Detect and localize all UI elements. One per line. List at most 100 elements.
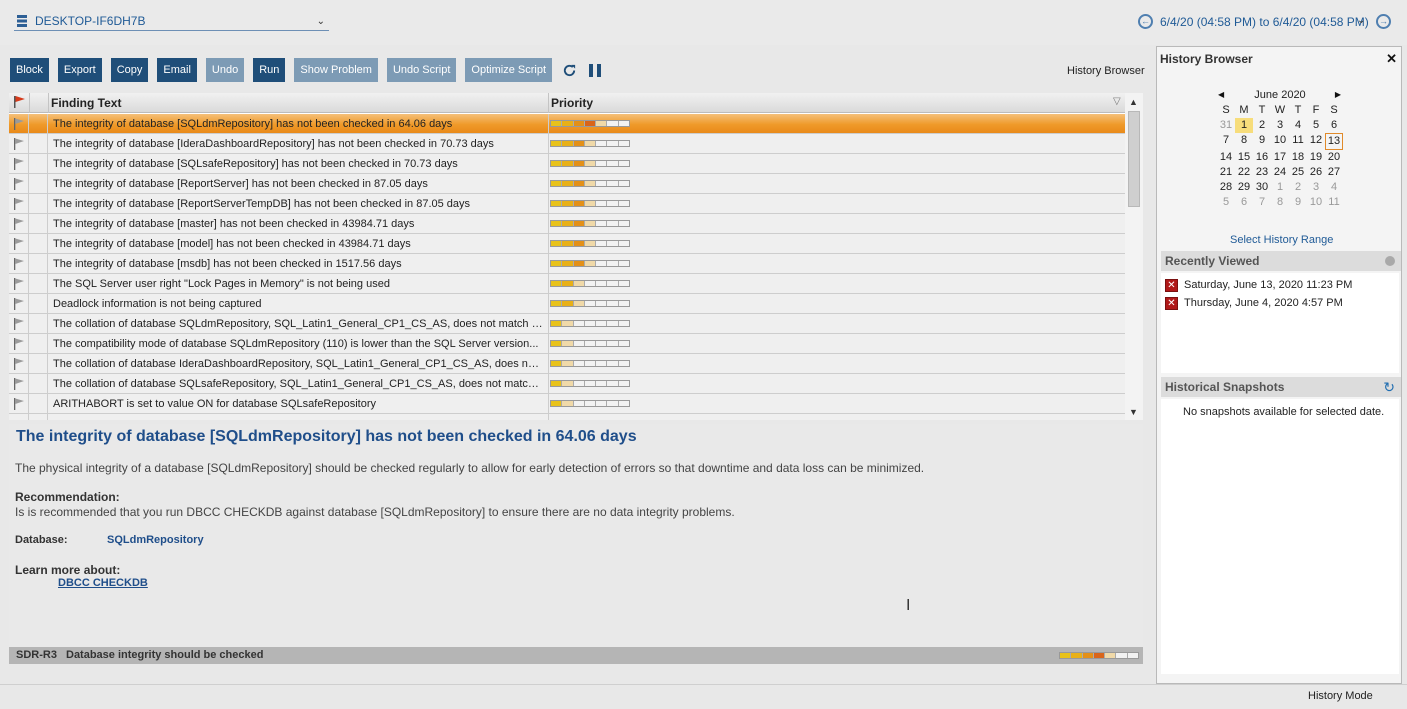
flag-icon[interactable] (9, 394, 29, 414)
server-select[interactable]: DESKTOP-IF6DH7B ⌄ (14, 12, 329, 31)
pause-icon[interactable] (586, 62, 603, 79)
dbcc-checkdb-link[interactable]: DBCC CHECKDB (58, 577, 148, 589)
remove-icon[interactable]: ✕ (1165, 296, 1178, 310)
email-button[interactable]: Email (157, 58, 197, 82)
calendar-day[interactable]: 9 (1253, 133, 1271, 150)
table-row[interactable]: The integrity of database [ReportServerT… (9, 194, 1125, 214)
flag-icon[interactable] (9, 274, 29, 294)
optimize-script-button[interactable]: Optimize Script (465, 58, 552, 82)
run-button[interactable]: Run (253, 58, 286, 82)
copy-button[interactable]: Copy (110, 58, 149, 82)
history-browser-toggle[interactable]: History Browser (1067, 65, 1145, 77)
calendar-day[interactable]: 10 (1307, 195, 1325, 210)
calendar-day[interactable]: 8 (1271, 195, 1289, 210)
calendar-day[interactable]: 31 (1217, 118, 1235, 133)
calendar-day[interactable]: 11 (1325, 195, 1343, 210)
table-row[interactable]: The integrity of database [SQLsafeReposi… (9, 154, 1125, 174)
calendar-day[interactable]: 6 (1325, 118, 1343, 133)
flag-icon[interactable] (9, 134, 29, 154)
flag-icon[interactable] (9, 374, 29, 394)
grid-scrollbar[interactable]: ▲ ▼ (1125, 93, 1143, 420)
table-row[interactable]: The compatibility mode of database SQLdm… (9, 334, 1125, 354)
calendar-day[interactable]: 21 (1217, 165, 1235, 180)
calendar-day[interactable]: 14 (1217, 150, 1235, 165)
chevron-down-icon[interactable]: ⌄ (1357, 15, 1365, 26)
refresh-icon[interactable] (561, 62, 578, 79)
scroll-up-icon[interactable]: ▲ (1129, 97, 1138, 107)
close-icon[interactable]: ✕ (1386, 51, 1397, 67)
calendar-day[interactable]: 8 (1235, 133, 1253, 150)
calendar-day[interactable]: 1 (1235, 118, 1253, 133)
filter-icon[interactable]: ▽ (1113, 96, 1121, 107)
calendar-day[interactable]: 19 (1307, 150, 1325, 165)
table-row[interactable]: ARITHABORT is set to value ON for databa… (9, 394, 1125, 414)
flag-icon[interactable] (9, 354, 29, 374)
flag-icon[interactable] (9, 314, 29, 334)
flag-icon[interactable] (9, 174, 29, 194)
calendar-day[interactable]: 24 (1271, 165, 1289, 180)
block-button[interactable]: Block (10, 58, 49, 82)
table-row[interactable]: The integrity of database [IderaDashboar… (9, 134, 1125, 154)
flag-icon[interactable] (9, 414, 29, 420)
flag-icon[interactable] (9, 214, 29, 234)
calendar-day[interactable]: 7 (1217, 133, 1235, 150)
calendar-day[interactable]: 13 (1325, 133, 1343, 150)
prev-month-icon[interactable]: ◀ (1218, 90, 1224, 99)
calendar-day[interactable]: 9 (1289, 195, 1307, 210)
table-row[interactable]: The collation of database SQLdmRepositor… (9, 314, 1125, 334)
table-row[interactable]: The integrity of database [model] has no… (9, 234, 1125, 254)
calendar-day[interactable]: 18 (1289, 150, 1307, 165)
calendar-day[interactable]: 17 (1271, 150, 1289, 165)
flag-icon[interactable] (9, 254, 29, 274)
calendar-day[interactable]: 2 (1289, 180, 1307, 195)
recently-viewed-item[interactable]: ✕ Thursday, June 4, 2020 4:57 PM (1165, 295, 1343, 311)
calendar-day[interactable]: 2 (1253, 118, 1271, 133)
flag-icon[interactable] (9, 114, 29, 134)
flag-icon[interactable] (9, 334, 29, 354)
flag-header-icon[interactable] (12, 95, 26, 112)
flag-icon[interactable] (9, 234, 29, 254)
flag-icon[interactable] (9, 294, 29, 314)
refresh-icon[interactable]: ↻ (1383, 379, 1395, 396)
table-row[interactable] (9, 414, 1125, 420)
show-problem-button[interactable]: Show Problem (294, 58, 378, 82)
calendar-day[interactable]: 26 (1307, 165, 1325, 180)
calendar-day[interactable]: 25 (1289, 165, 1307, 180)
calendar-day[interactable]: 12 (1307, 133, 1325, 150)
finding-text-column-header[interactable]: Finding Text (51, 96, 121, 110)
table-row[interactable]: The collation of database IderaDashboard… (9, 354, 1125, 374)
scroll-down-icon[interactable]: ▼ (1129, 407, 1138, 417)
calendar-day[interactable]: 7 (1253, 195, 1271, 210)
table-row[interactable]: The integrity of database [SQLdmReposito… (9, 114, 1125, 134)
calendar-day[interactable]: 3 (1271, 118, 1289, 133)
priority-column-header[interactable]: Priority (551, 96, 593, 110)
select-history-range-link[interactable]: Select History Range (1230, 234, 1333, 246)
calendar-day[interactable]: 5 (1217, 195, 1235, 210)
calendar-day[interactable]: 10 (1271, 133, 1289, 150)
scroll-thumb[interactable] (1128, 111, 1140, 207)
calendar-day[interactable]: 11 (1289, 133, 1307, 150)
calendar-day[interactable]: 29 (1235, 180, 1253, 195)
next-range-icon[interactable]: → (1376, 14, 1391, 29)
calendar-day[interactable]: 6 (1235, 195, 1253, 210)
next-month-icon[interactable]: ▶ (1335, 90, 1341, 99)
calendar-day[interactable]: 22 (1235, 165, 1253, 180)
calendar-day[interactable]: 5 (1307, 118, 1325, 133)
table-row[interactable]: Deadlock information is not being captur… (9, 294, 1125, 314)
undo-button[interactable]: Undo (205, 58, 245, 82)
calendar-day[interactable]: 4 (1325, 180, 1343, 195)
calendar-day[interactable]: 27 (1325, 165, 1343, 180)
calendar-day[interactable]: 1 (1271, 180, 1289, 195)
calendar-day[interactable]: 23 (1253, 165, 1271, 180)
calendar-day[interactable]: 4 (1289, 118, 1307, 133)
calendar-day[interactable]: 15 (1235, 150, 1253, 165)
export-button[interactable]: Export (57, 58, 102, 82)
table-row[interactable]: The collation of database SQLsafeReposit… (9, 374, 1125, 394)
calendar-day[interactable]: 28 (1217, 180, 1235, 195)
table-row[interactable]: The SQL Server user right "Lock Pages in… (9, 274, 1125, 294)
date-range[interactable]: 6/4/20 (04:58 PM) to 6/4/20 (04:58 PM) (1160, 15, 1369, 29)
recently-viewed-item[interactable]: ✕ Saturday, June 13, 2020 11:23 PM (1165, 277, 1352, 293)
undo-script-button[interactable]: Undo Script (386, 58, 457, 82)
flag-icon[interactable] (9, 154, 29, 174)
previous-range-icon[interactable]: ← (1138, 14, 1153, 29)
